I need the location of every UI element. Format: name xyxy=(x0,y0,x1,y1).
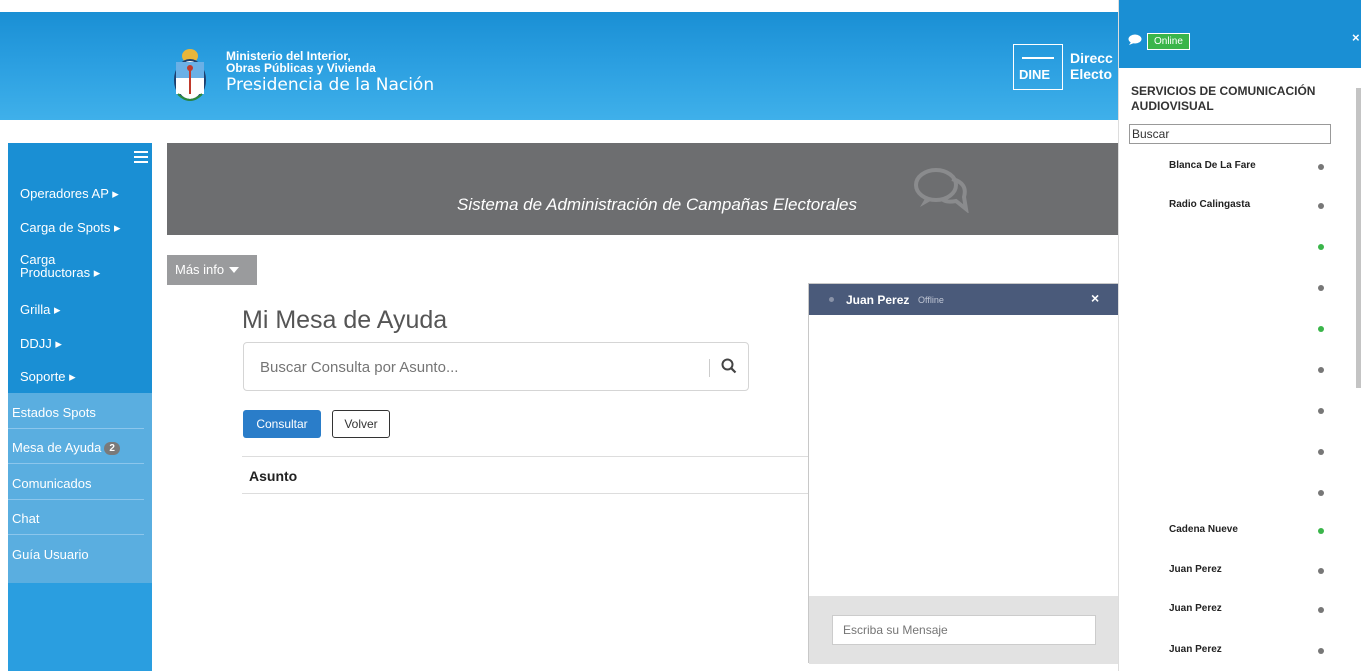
status-dot-icon xyxy=(1318,203,1324,209)
sidebar-divider xyxy=(8,428,144,429)
contact-item[interactable] xyxy=(1119,404,1349,424)
contacts-search-input[interactable] xyxy=(1129,124,1331,144)
chat-contact-name: Juan Perez xyxy=(846,293,910,307)
sidebar-item-soporte[interactable]: Soporte ▸ xyxy=(20,370,76,384)
contact-name: Juan Perez xyxy=(1169,564,1222,575)
status-dot-icon xyxy=(1318,648,1324,654)
contact-name: Blanca De La Fare xyxy=(1169,160,1256,171)
ministry-line-2: Obras Públicas y Vivienda xyxy=(226,61,376,75)
direccion-line-1: Direcc xyxy=(1070,50,1113,66)
status-dot-icon xyxy=(1318,244,1324,250)
contact-name: Cadena Nueve xyxy=(1169,524,1238,535)
chat-bubble-icon xyxy=(1128,34,1142,45)
search-input[interactable] xyxy=(260,355,690,379)
ministry-title: Ministerio del Interior, Obras Públicas … xyxy=(226,50,434,96)
mas-info-dropdown[interactable]: Más info xyxy=(167,255,257,285)
status-dot-icon xyxy=(1318,528,1324,534)
search-divider xyxy=(709,359,710,377)
chat-contact-status: Offline xyxy=(918,295,944,305)
consultar-button[interactable]: Consultar xyxy=(243,410,321,438)
dine-logo: DINE xyxy=(1013,44,1063,90)
direccion-title: Direcc Electo xyxy=(1070,50,1113,82)
status-dot-icon xyxy=(829,297,834,302)
close-icon[interactable]: × xyxy=(1091,290,1099,306)
sidebar-item-carga-spots[interactable]: Carga de Spots ▸ xyxy=(20,221,120,235)
contact-item[interactable]: Juan Perez xyxy=(1119,564,1349,584)
notification-badge: 2 xyxy=(104,442,120,455)
sidebar-divider xyxy=(8,534,144,535)
sidebar-main-menu: Operadores AP ▸ Carga de Spots ▸ Carga P… xyxy=(8,143,152,393)
ministry-line-3: Presidencia de la Nación xyxy=(226,75,435,95)
coat-of-arms-icon xyxy=(174,49,206,101)
status-dot-icon xyxy=(1318,449,1324,455)
contact-item[interactable]: Juan Perez xyxy=(1119,603,1349,623)
sidebar-subitem-estados-spots[interactable]: Estados Spots xyxy=(8,405,144,420)
search-icon[interactable] xyxy=(721,358,737,374)
contact-item[interactable] xyxy=(1119,486,1349,506)
caret-down-icon xyxy=(229,267,240,273)
status-dot-icon xyxy=(1318,568,1324,574)
contact-item[interactable]: Cadena Nueve xyxy=(1119,524,1349,544)
status-dot-icon xyxy=(1318,607,1324,613)
sidebar-item-ddjj[interactable]: DDJJ ▸ xyxy=(20,337,62,351)
contact-item[interactable]: Radio Calingasta xyxy=(1119,199,1349,219)
contact-item[interactable]: Blanca De La Fare xyxy=(1119,160,1349,180)
close-icon[interactable]: × xyxy=(1352,30,1360,45)
contact-item[interactable]: Juan Perez xyxy=(1119,644,1349,664)
sidebar-subitem-chat[interactable]: Chat xyxy=(8,511,144,526)
contact-item[interactable] xyxy=(1119,281,1349,301)
sidebar-item-operadores[interactable]: Operadores AP ▸ xyxy=(20,187,119,201)
sidebar-item-carga-productoras-2[interactable]: Productoras ▸ xyxy=(20,266,100,280)
hamburger-menu-icon[interactable] xyxy=(134,151,148,163)
page-root: Ministerio del Interior, Obras Públicas … xyxy=(0,0,1361,671)
status-dot-icon xyxy=(1318,490,1324,496)
dine-logo-text: DINE xyxy=(1019,67,1051,82)
sidebar-footer xyxy=(8,583,152,671)
table-header: Asunto xyxy=(242,456,808,494)
contacts-panel: Online × SERVICIOS DE COMUNICACIÓN AUDIO… xyxy=(1118,0,1361,671)
sidebar-item-grilla[interactable]: Grilla ▸ xyxy=(20,303,60,317)
banner-title: Sistema de Administración de Campañas El… xyxy=(457,195,858,214)
sidebar-subitem-guia-usuario[interactable]: Guía Usuario xyxy=(8,547,144,562)
contact-item[interactable] xyxy=(1119,240,1349,260)
contact-item[interactable] xyxy=(1119,445,1349,465)
chat-window: Juan Perez Offline × xyxy=(808,283,1123,664)
contacts-scrollbar[interactable] xyxy=(1356,88,1361,388)
sidebar-divider xyxy=(8,463,144,464)
direccion-line-2: Electo xyxy=(1070,66,1113,82)
status-dot-icon xyxy=(1318,408,1324,414)
chat-message-input[interactable] xyxy=(832,615,1096,645)
mas-info-label: Más info xyxy=(175,262,225,277)
status-dot-icon xyxy=(1318,285,1324,291)
sidebar: Operadores AP ▸ Carga de Spots ▸ Carga P… xyxy=(8,143,152,671)
sidebar-subitem-comunicados[interactable]: Comunicados xyxy=(8,476,144,491)
search-box xyxy=(243,342,749,391)
table-column-asunto[interactable]: Asunto xyxy=(249,468,297,484)
page-title: Mi Mesa de Ayuda xyxy=(242,306,448,334)
status-dot-icon xyxy=(1318,164,1324,170)
volver-button[interactable]: Volver xyxy=(332,410,390,438)
chat-bubbles-icon xyxy=(914,168,969,213)
chat-header: Juan Perez Offline × xyxy=(809,284,1123,315)
chat-footer xyxy=(809,596,1123,664)
status-dot-icon xyxy=(1318,367,1324,373)
contact-item[interactable] xyxy=(1119,363,1349,383)
contact-name: Radio Calingasta xyxy=(1169,199,1251,210)
contact-name: Juan Perez xyxy=(1169,603,1222,614)
contact-name: Juan Perez xyxy=(1169,644,1222,655)
dine-logo-bar xyxy=(1022,57,1054,59)
online-status-badge[interactable]: Online xyxy=(1147,33,1190,50)
system-banner: Sistema de Administración de Campañas El… xyxy=(167,143,1122,235)
contacts-panel-title: SERVICIOS DE COMUNICACIÓN AUDIOVISUAL xyxy=(1131,84,1316,113)
status-dot-icon xyxy=(1318,326,1324,332)
contacts-panel-top-strip xyxy=(1119,0,1361,28)
sidebar-subitem-mesa-ayuda[interactable]: Mesa de Ayuda 2 xyxy=(8,440,144,455)
contact-item[interactable] xyxy=(1119,322,1349,342)
sidebar-subitem-mesa-ayuda-label: Mesa de Ayuda xyxy=(12,440,102,455)
sidebar-divider xyxy=(8,499,144,500)
